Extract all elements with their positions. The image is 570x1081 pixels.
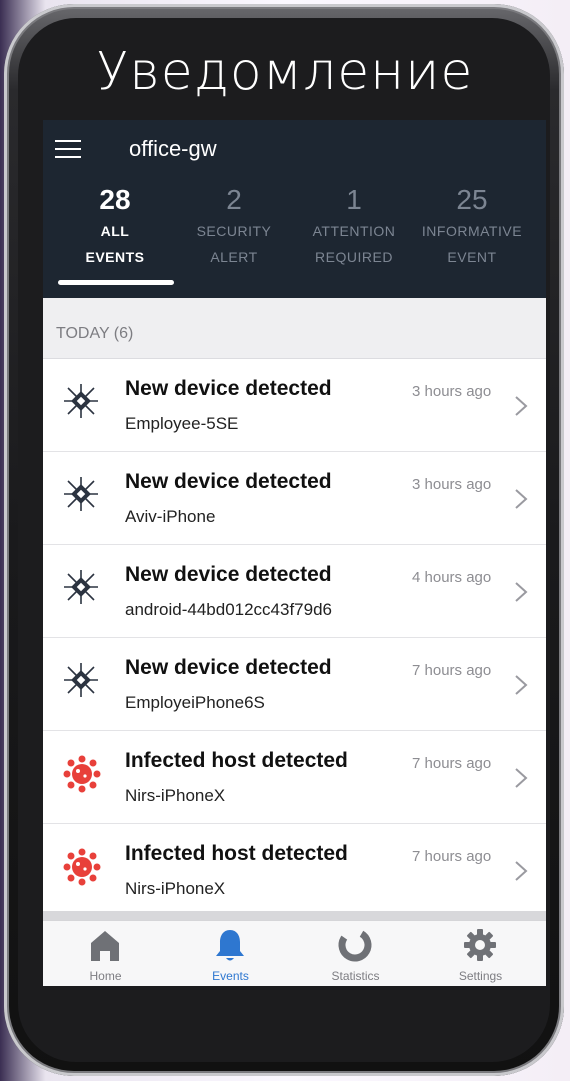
event-device-name: Nirs-iPhoneX	[125, 786, 226, 805]
event-row[interactable]: New device detected EmployeiPhone6S 7 hour…	[43, 638, 546, 731]
event-title: New device detected	[125, 377, 332, 400]
event-row[interactable]: New device detected android-44bd012cc43f7…	[43, 545, 546, 638]
event-device-name: Nirs-iPhoneX	[125, 879, 226, 898]
top-bar: office-gw 28 ALL EVENTS 2 SECURITY ALERT…	[43, 120, 546, 298]
hamburger-menu-icon[interactable]	[55, 140, 81, 160]
event-title: New device detected	[125, 656, 332, 679]
event-time: 3 hours ago	[412, 383, 492, 400]
event-row[interactable]: Infected host detected Nirs-iPhoneX 7 hour…	[43, 824, 546, 917]
tabbar-label: Settings	[458, 969, 503, 983]
chevron-right-icon	[513, 860, 529, 882]
tab-count: 2	[226, 184, 242, 215]
app-screen: office-gw 28 ALL EVENTS 2 SECURITY ALERT…	[43, 120, 546, 986]
statistics-icon	[338, 928, 372, 962]
tabbar-settings[interactable]: Settings	[418, 921, 543, 986]
tab-label: INFORMATIVE EVENT	[421, 223, 523, 265]
event-list: New device detected Employee-5SE 3 hours a…	[43, 359, 546, 917]
new-device-icon	[63, 383, 99, 419]
event-device-name: Aviv-iPhone	[125, 507, 216, 526]
event-row[interactable]: New device detected Aviv-iPhone 3 hours ag…	[43, 452, 546, 545]
chevron-right-icon	[513, 488, 529, 510]
chevron-right-icon	[513, 581, 529, 603]
chevron-right-icon	[513, 767, 529, 789]
tab-count: 25	[456, 184, 488, 215]
virus-icon	[63, 755, 101, 793]
event-time: 7 hours ago	[412, 755, 492, 772]
new-device-icon	[63, 662, 99, 698]
banner-title: Уведомление	[96, 42, 474, 102]
event-device-name: android-44bd012cc43f79d6	[125, 600, 333, 619]
tabbar-label: Home	[89, 969, 122, 983]
new-device-icon	[63, 476, 99, 512]
tabbar-statistics[interactable]: Statistics	[293, 921, 418, 986]
bottom-tab-bar: Home Events Statistics Settings	[43, 920, 546, 986]
tab-informative-event[interactable]: 25 INFORMATIVE EVENT	[412, 184, 532, 270]
event-row[interactable]: Infected host detected Nirs-iPhoneX 7 hour…	[43, 731, 546, 824]
event-title: New device detected	[125, 470, 332, 493]
event-title: Infected host detected	[125, 842, 348, 865]
tabbar-label: Events	[212, 969, 249, 983]
tabbar-divider	[43, 911, 546, 920]
tab-security-alert[interactable]: 2 SECURITY ALERT	[174, 184, 294, 270]
event-time: 7 hours ago	[412, 848, 492, 865]
chevron-right-icon	[513, 674, 529, 696]
chevron-right-icon	[513, 395, 529, 417]
active-tab-indicator	[58, 280, 174, 285]
section-header-today: TODAY (6)	[43, 298, 546, 359]
gateway-name: office-gw	[129, 136, 217, 161]
event-device-name: Employee-5SE	[125, 414, 239, 433]
event-device-name: EmployeiPhone6S	[125, 693, 265, 712]
event-title: Infected host detected	[125, 749, 348, 772]
tabbar-home[interactable]: Home	[43, 921, 168, 986]
event-time: 7 hours ago	[412, 662, 492, 679]
virus-icon	[63, 848, 101, 886]
tab-count: 28	[99, 184, 131, 215]
bell-icon	[216, 930, 244, 961]
gear-icon	[464, 929, 496, 961]
tab-attention-required[interactable]: 1 ATTENTION REQUIRED	[294, 184, 414, 270]
tab-count: 1	[346, 184, 362, 215]
event-time: 3 hours ago	[412, 476, 492, 493]
tabbar-label: Statistics	[331, 969, 380, 983]
tab-all-events[interactable]: 28 ALL EVENTS	[55, 184, 175, 270]
tab-label: SECURITY ALERT	[196, 223, 272, 265]
tab-label: ALL EVENTS	[85, 223, 145, 265]
tabbar-events[interactable]: Events	[168, 921, 293, 986]
section-label: TODAY (6)	[56, 325, 134, 342]
event-time: 4 hours ago	[412, 569, 492, 586]
event-title: New device detected	[125, 563, 332, 586]
event-row[interactable]: New device detected Employee-5SE 3 hours a…	[43, 359, 546, 452]
new-device-icon	[63, 569, 99, 605]
tab-label: ATTENTION REQUIRED	[312, 223, 396, 265]
home-icon	[91, 931, 119, 961]
